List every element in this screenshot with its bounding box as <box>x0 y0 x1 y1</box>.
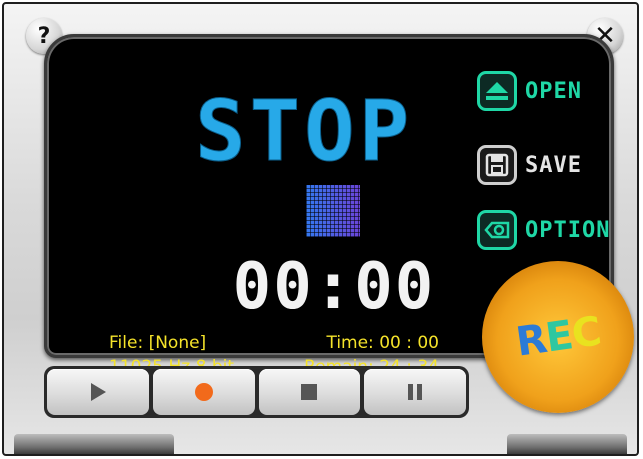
floppy-disk-icon <box>477 145 517 185</box>
play-button[interactable] <box>47 369 149 415</box>
save-button[interactable]: SAVE <box>477 142 582 188</box>
stop-button[interactable] <box>258 369 361 415</box>
record-icon <box>194 383 213 401</box>
base-bar-left <box>14 434 174 454</box>
transport-controls <box>44 366 469 418</box>
level-meter <box>306 185 360 237</box>
pause-icon <box>408 384 423 400</box>
record-button[interactable] <box>152 369 255 415</box>
timer-display: 00:00 <box>232 250 436 324</box>
play-icon <box>90 383 106 401</box>
option-icon <box>477 210 517 250</box>
status-text: STOP <box>195 82 414 180</box>
open-button[interactable]: OPEN <box>477 68 582 114</box>
pause-button[interactable] <box>364 369 466 415</box>
recorder-window: ? ✕ STOP 00:00 File: [None] 11025 Hz 8 b… <box>2 2 639 456</box>
eject-icon <box>477 71 517 111</box>
file-name: File: [None] <box>109 333 207 353</box>
rec-letter-c: C <box>568 308 604 358</box>
option-button[interactable]: OPTION <box>477 207 610 253</box>
elapsed-time: Time: 00 : 00 <box>326 333 439 353</box>
base-bar-right <box>507 434 627 454</box>
help-icon: ? <box>37 23 51 49</box>
rec-label: REC <box>513 308 603 365</box>
rec-button[interactable]: REC <box>482 261 634 413</box>
open-label: OPEN <box>525 78 582 104</box>
stop-icon <box>301 384 318 400</box>
option-label: OPTION <box>525 217 611 243</box>
save-label: SAVE <box>525 152 582 178</box>
